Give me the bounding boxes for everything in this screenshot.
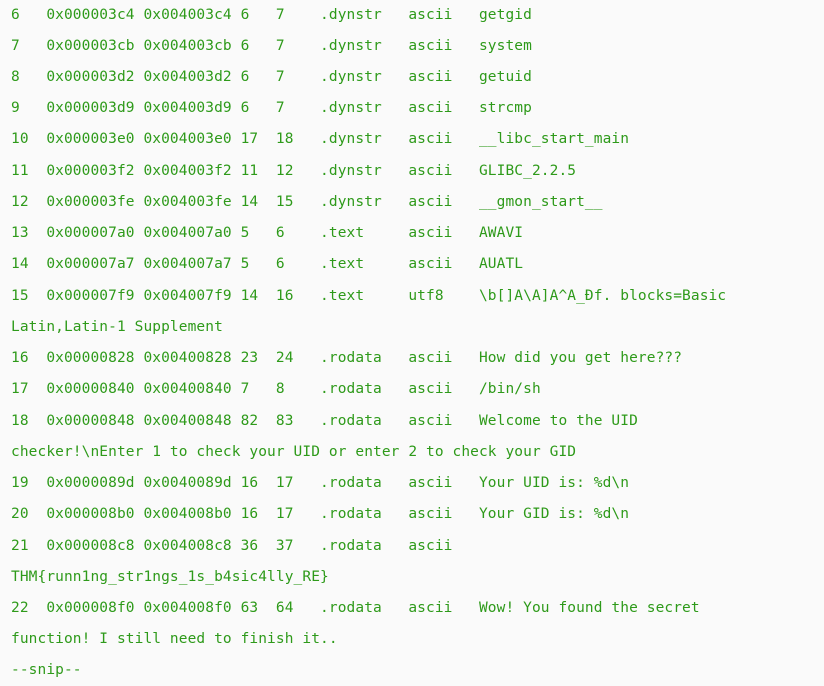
output-line: 6 0x000003c4 0x004003c4 6 7 .dynstr asci…	[11, 7, 532, 23]
output-line: Latin,Latin-1 Supplement	[11, 319, 223, 335]
output-line: 21 0x000008c8 0x004008c8 36 37 .rodata a…	[11, 538, 453, 554]
output-line: 11 0x000003f2 0x004003f2 11 12 .dynstr a…	[11, 163, 577, 179]
output-line: 14 0x000007a7 0x004007a7 5 6 .text ascii…	[11, 256, 524, 272]
output-line: THM{runn1ng_str1ngs_1s_b4sic4lly_RE}	[11, 569, 329, 585]
output-line: 16 0x00000828 0x00400828 23 24 .rodata a…	[11, 350, 683, 366]
output-line: 13 0x000007a0 0x004007a0 5 6 .text ascii…	[11, 225, 524, 241]
output-line: 8 0x000003d2 0x004003d2 6 7 .dynstr asci…	[11, 69, 532, 85]
output-line: 22 0x000008f0 0x004008f0 63 64 .rodata a…	[11, 600, 700, 616]
snip-marker: --snip--	[11, 662, 82, 678]
output-line: 15 0x000007f9 0x004007f9 14 16 .text utf…	[11, 288, 727, 304]
output-line: 12 0x000003fe 0x004003fe 14 15 .dynstr a…	[11, 194, 603, 210]
output-line: checker!\nEnter 1 to check your UID or e…	[11, 444, 577, 460]
output-line: 20 0x000008b0 0x004008b0 16 17 .rodata a…	[11, 506, 630, 522]
output-line: 10 0x000003e0 0x004003e0 17 18 .dynstr a…	[11, 131, 630, 147]
output-line: 19 0x0000089d 0x0040089d 16 17 .rodata a…	[11, 475, 630, 491]
output-line: function! I still need to finish it..	[11, 631, 338, 647]
output-line: 17 0x00000840 0x00400840 7 8 .rodata asc…	[11, 381, 541, 397]
output-line: 7 0x000003cb 0x004003cb 6 7 .dynstr asci…	[11, 38, 532, 54]
output-line: 9 0x000003d9 0x004003d9 6 7 .dynstr asci…	[11, 100, 532, 116]
strings-output-block: 6 0x000003c4 0x004003c4 6 7 .dynstr asci…	[0, 0, 824, 686]
output-line: 18 0x00000848 0x00400848 82 83 .rodata a…	[11, 413, 638, 429]
